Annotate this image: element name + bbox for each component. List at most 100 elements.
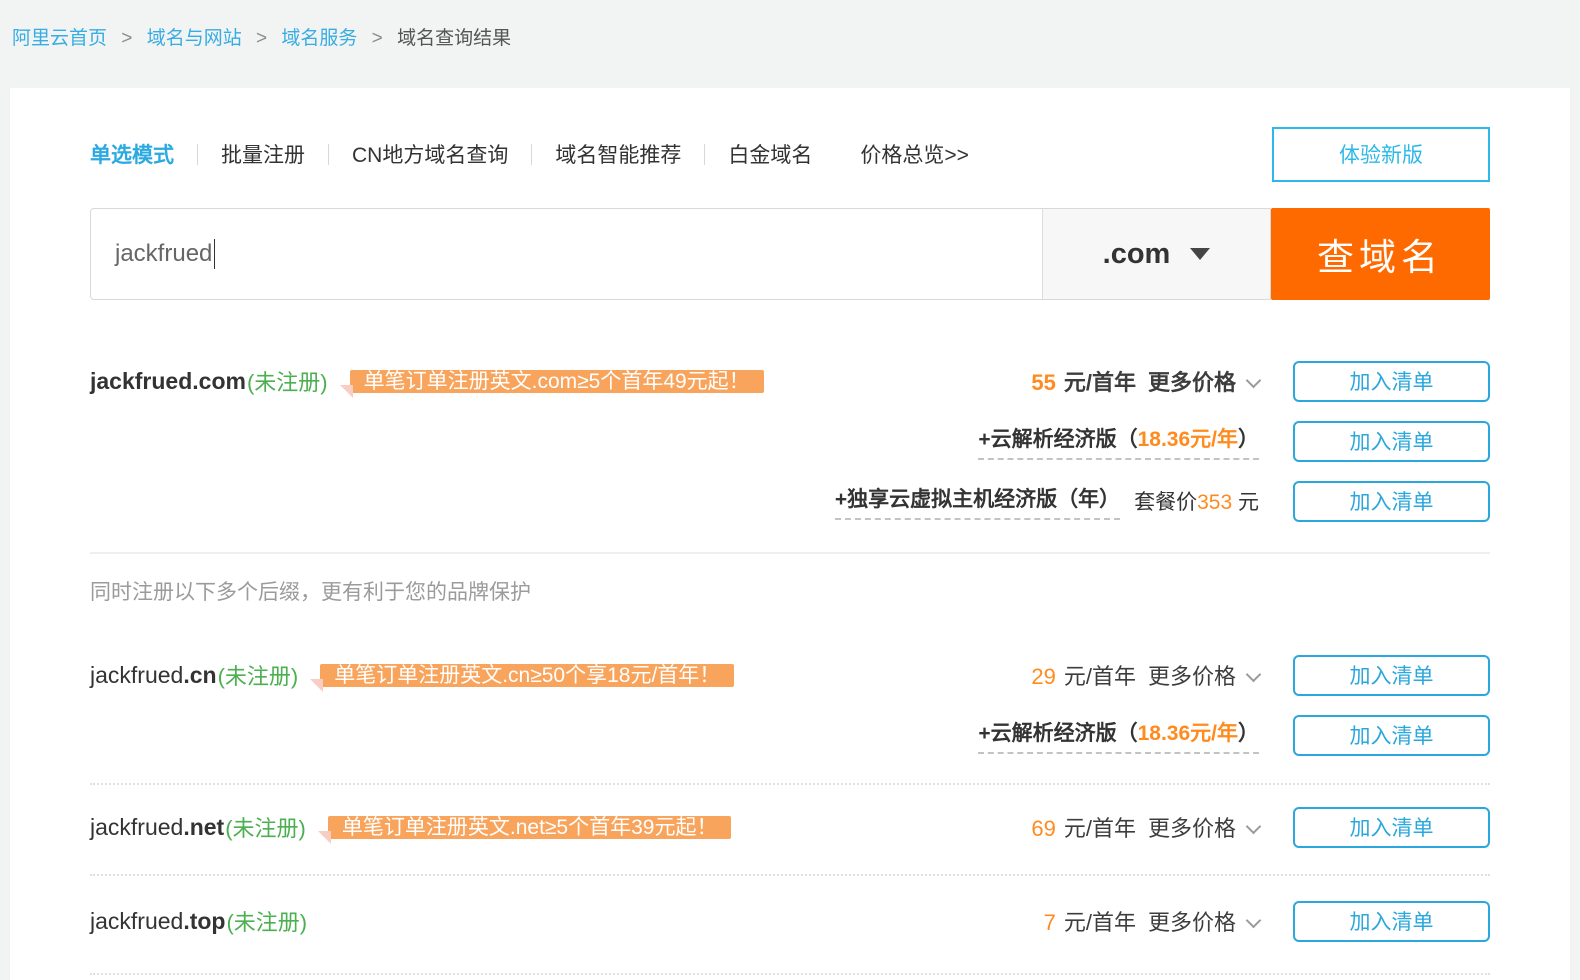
domain-name: jackfrued.cn — [90, 662, 217, 689]
tld-select[interactable]: .com — [1042, 209, 1270, 299]
status-unregistered: (未注册) — [225, 811, 306, 843]
breadcrumb-domain-website-link[interactable]: 域名与网站 — [147, 28, 242, 49]
addon-label-text: +云解析经济版（ — [978, 428, 1137, 451]
domain-name-text: jackfrued — [90, 908, 183, 934]
result-row-top: jackfrued.top (未注册) 7 元/首年 更多价格 加入清单 — [90, 900, 1490, 942]
package-price: 套餐价353 元 — [1134, 486, 1259, 516]
promo-tail-icon — [340, 385, 353, 398]
tab-divider — [531, 144, 532, 165]
result-row-cn: jackfrued.cn (未注册) 单笔订单注册英文.cn≥50个享18元/首… — [90, 654, 1490, 696]
domain-tld-text: .top — [183, 908, 225, 934]
price-and-action: 29 元/首年 更多价格 加入清单 — [1031, 655, 1490, 696]
breadcrumb-domain-service-link[interactable]: 域名服务 — [281, 28, 357, 49]
price-value: 7 — [1044, 910, 1056, 936]
add-to-list-button[interactable]: 加入清单 — [1293, 655, 1490, 696]
promo-text: 单笔订单注册英文.com≥5个首年49元起！ — [350, 370, 764, 393]
tab-single-select-mode[interactable]: 单选模式 — [90, 139, 174, 169]
row-divider — [90, 973, 1490, 975]
status-unregistered: (未注册) — [226, 905, 307, 937]
section-divider — [90, 552, 1490, 554]
domain-name-text: jackfrued — [90, 814, 183, 840]
domain-name-text: jackfrued — [90, 368, 192, 394]
try-new-version-button[interactable]: 体验新版 — [1272, 127, 1490, 182]
price-unit: 元/首年 — [1064, 811, 1136, 843]
package-price-unit: 元 — [1238, 491, 1259, 514]
domain-name: jackfrued.top — [90, 908, 225, 935]
more-prices-link[interactable]: 更多价格 — [1148, 811, 1259, 843]
promo-badge: 单笔订单注册英文.cn≥50个享18元/首年！ — [320, 660, 734, 691]
more-prices-label: 更多价格 — [1148, 905, 1236, 937]
dns-addon-link[interactable]: +云解析经济版（18.36元/年） — [978, 717, 1259, 754]
row-divider — [90, 874, 1490, 876]
promo-text: 单笔订单注册英文.net≥5个首年39元起！ — [328, 816, 732, 839]
addon-label-text: ） — [1238, 722, 1259, 745]
add-to-list-button[interactable]: 加入清单 — [1293, 715, 1490, 756]
add-to-list-button[interactable]: 加入清单 — [1293, 901, 1490, 942]
addon-label-text: +云解析经济版（ — [978, 722, 1137, 745]
more-prices-link[interactable]: 更多价格 — [1148, 365, 1259, 397]
breadcrumb-separator: > — [372, 28, 383, 49]
chevron-down-icon — [1246, 666, 1262, 682]
brand-protection-note: 同时注册以下多个后缀，更有利于您的品牌保护 — [90, 576, 1490, 604]
promo-badge: 单笔订单注册英文.net≥5个首年39元起！ — [328, 812, 732, 843]
tab-divider — [197, 144, 198, 165]
more-prices-link[interactable]: 更多价格 — [1148, 659, 1259, 691]
addon-row-dns: +云解析经济版（18.36元/年） 加入清单 — [90, 420, 1490, 462]
result-row-net: jackfrued.net (未注册) 单笔订单注册英文.net≥5个首年39元… — [90, 806, 1490, 848]
status-unregistered: (未注册) — [247, 365, 328, 397]
tab-batch-register[interactable]: 批量注册 — [221, 139, 305, 169]
price-value: 69 — [1031, 816, 1055, 842]
price-overview-link[interactable]: 价格总览>> — [860, 139, 969, 169]
promo-tail-icon — [310, 679, 323, 692]
tab-smart-recommend[interactable]: 域名智能推荐 — [555, 139, 681, 169]
addon-row-dns: +云解析经济版（18.36元/年） 加入清单 — [90, 714, 1490, 756]
price-value: 55 — [1031, 370, 1055, 396]
add-to-list-button[interactable]: 加入清单 — [1293, 421, 1490, 462]
mode-tabs: 单选模式 批量注册 CN地方域名查询 域名智能推荐 白金域名 价格总览>> — [90, 139, 969, 169]
tld-selected-value: .com — [1103, 238, 1171, 271]
addon-row-hosting: +独享云虚拟主机经济版（年） 套餐价353 元 加入清单 — [90, 480, 1490, 522]
price-unit: 元/首年 — [1064, 659, 1136, 691]
main-card: 单选模式 批量注册 CN地方域名查询 域名智能推荐 白金域名 价格总览>> 体验… — [10, 88, 1570, 980]
tab-divider — [328, 144, 329, 165]
breadcrumb-current-page: 域名查询结果 — [397, 28, 511, 49]
search-input[interactable]: jackfrued — [91, 209, 1042, 299]
more-prices-label: 更多价格 — [1148, 659, 1236, 691]
addon-label-text: ） — [1238, 428, 1259, 451]
price-and-action: 69 元/首年 更多价格 加入清单 — [1031, 807, 1490, 848]
domain-name: jackfrued.com — [90, 368, 246, 395]
more-prices-link[interactable]: 更多价格 — [1148, 905, 1259, 937]
tab-divider — [704, 144, 705, 165]
add-to-list-button[interactable]: 加入清单 — [1293, 807, 1490, 848]
search-box: jackfrued .com — [90, 208, 1271, 300]
domain-tld-text: .cn — [183, 662, 216, 688]
search-input-value: jackfrued — [115, 240, 212, 268]
breadcrumb-separator: > — [256, 28, 267, 49]
search-results: jackfrued.com (未注册) 单笔订单注册英文.com≥5个首年49元… — [90, 360, 1490, 975]
addon-price-text: 18.36元/年 — [1138, 722, 1238, 745]
tab-platinum-domain[interactable]: 白金域名 — [728, 139, 812, 169]
breadcrumb: 阿里云首页 > 域名与网站 > 域名服务 > 域名查询结果 — [0, 0, 1580, 88]
add-to-list-button[interactable]: 加入清单 — [1293, 481, 1490, 522]
chevron-down-icon — [1246, 818, 1262, 834]
package-price-label: 套餐价 — [1134, 491, 1197, 514]
price-and-action: 7 元/首年 更多价格 加入清单 — [1044, 901, 1490, 942]
price-line: 69 元/首年 更多价格 — [1031, 811, 1259, 843]
addon-price-text: 18.36元/年 — [1138, 428, 1238, 451]
domain-tld-text: .com — [192, 368, 246, 394]
promo-tail-icon — [318, 831, 331, 844]
price-unit: 元/首年 — [1064, 365, 1136, 397]
breadcrumb-separator: > — [121, 28, 132, 49]
tab-cn-regional-domain-query[interactable]: CN地方域名查询 — [352, 139, 508, 169]
promo-text: 单笔订单注册英文.cn≥50个享18元/首年！ — [320, 664, 734, 687]
dns-addon-link[interactable]: +云解析经济版（18.36元/年） — [978, 423, 1259, 460]
domain-name: jackfrued.net — [90, 814, 224, 841]
package-price-value: 353 — [1197, 491, 1232, 514]
price-line: 55 元/首年 更多价格 — [1031, 365, 1259, 397]
search-domain-button[interactable]: 查域名 — [1271, 208, 1490, 300]
chevron-down-icon — [1246, 372, 1262, 388]
breadcrumb-home-link[interactable]: 阿里云首页 — [12, 28, 107, 49]
hosting-addon-link[interactable]: +独享云虚拟主机经济版（年） — [835, 483, 1120, 520]
add-to-list-button[interactable]: 加入清单 — [1293, 361, 1490, 402]
text-cursor — [214, 239, 215, 269]
